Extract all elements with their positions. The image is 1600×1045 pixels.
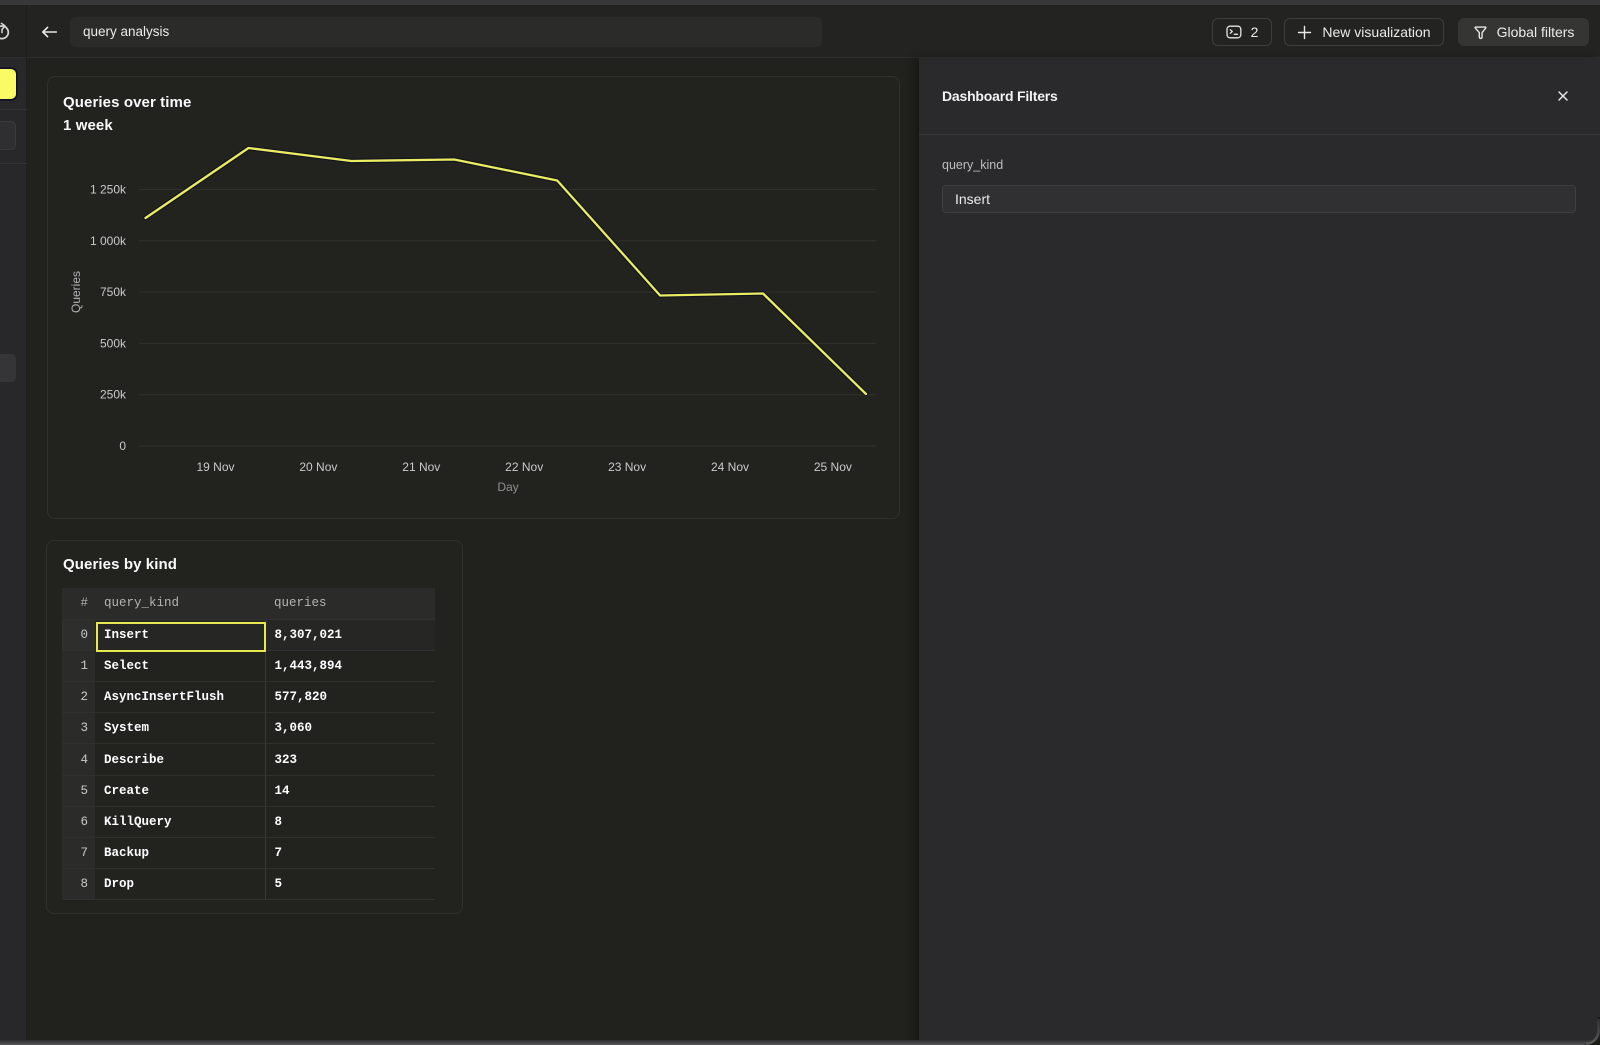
svg-text:24 Nov: 24 Nov bbox=[711, 460, 749, 474]
svg-text:25 Nov: 25 Nov bbox=[814, 460, 852, 474]
svg-text:0: 0 bbox=[119, 439, 126, 453]
svg-text:1 000k: 1 000k bbox=[90, 234, 127, 248]
svg-text:21 Nov: 21 Nov bbox=[402, 460, 440, 474]
svg-text:19 Nov: 19 Nov bbox=[196, 460, 234, 474]
svg-text:1 250k: 1 250k bbox=[90, 183, 127, 197]
svg-text:Day: Day bbox=[497, 480, 518, 494]
svg-text:20 Nov: 20 Nov bbox=[299, 460, 337, 474]
svg-text:500k: 500k bbox=[100, 336, 127, 350]
svg-text:750k: 750k bbox=[100, 285, 127, 299]
svg-text:Queries: Queries bbox=[69, 271, 83, 313]
svg-text:22 Nov: 22 Nov bbox=[505, 460, 543, 474]
svg-text:23 Nov: 23 Nov bbox=[608, 460, 646, 474]
svg-text:250k: 250k bbox=[100, 388, 127, 402]
